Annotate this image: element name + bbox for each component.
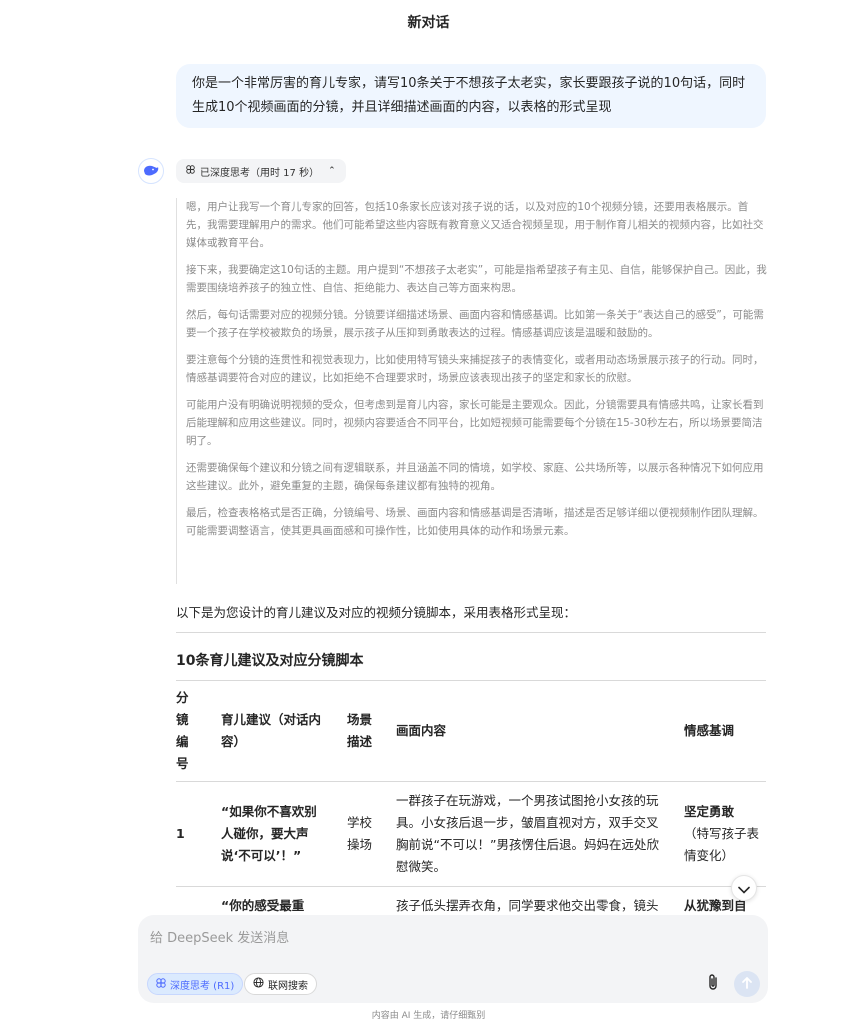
deepseek-logo-icon <box>138 158 164 184</box>
conversation-title: 新对话 <box>407 15 450 31</box>
thinking-paragraph: 接下来，我要确定这10句话的主题。用户提到“不想孩子太老实”，可能是指希望孩子有… <box>186 264 767 294</box>
header-advice-label: 育儿建议（对话内容） <box>221 712 322 749</box>
storyboard-table: 分镜编号 育儿建议（对话内容） 场景描述 画面内容 情感基调 1 “如果你不喜欢… <box>176 681 766 925</box>
ai-disclaimer: 内容由 AI 生成，请仔细甄别 <box>371 1011 486 1021</box>
thinking-paragraph: 嗯，用户让我写一个育儿专家的回答，包括10条家长应该对孩子说的话，以及对应的10… <box>186 201 764 249</box>
message-input[interactable]: 给 DeepSeek 发送消息 <box>150 927 289 946</box>
message-composer[interactable]: 给 DeepSeek 发送消息 深度思考 (R1) 联网搜索 <box>138 915 768 1003</box>
chat-page: 新对话 你是一个非常厉害的育儿专家，请写10条关于不想孩子太老实，家长要跟孩子说… <box>0 0 857 1024</box>
thinking-paragraph: 还需要确保每个建议和分镜之间有逻辑联系，并且涵盖不同的情境，如学校、家庭、公共场… <box>186 462 764 492</box>
cell-emotion-note: （特写孩子表情变化） <box>684 826 760 863</box>
divider <box>176 632 766 633</box>
deep-think-icon <box>186 165 195 177</box>
header-scene-label: 场景描述 <box>347 712 373 749</box>
web-search-label: 联网搜索 <box>268 980 308 992</box>
deep-think-label: 深度思考 (R1) <box>170 980 235 992</box>
header-num-label: 分镜编号 <box>176 690 189 771</box>
header-advice: 育儿建议（对话内容） <box>221 681 347 782</box>
cell-scene: 学校操场 <box>347 781 396 887</box>
chevron-down-icon <box>738 879 750 898</box>
thinking-paragraph: 然后，每句话需要对应的视频分镜。分镜要详细描述场景、画面内容和情感基调。比如第一… <box>186 309 764 339</box>
arrow-up-icon <box>741 975 753 994</box>
thinking-content: 嗯，用户让我写一个育儿专家的回答，包括10条家长应该对孩子说的话，以及对应的10… <box>176 198 768 584</box>
paperclip-icon <box>707 973 719 995</box>
cell-scene-text: 学校操场 <box>347 815 373 852</box>
cell-emotion-main: 坚定勇敢 <box>684 804 735 819</box>
chevron-up-icon: ⌃ <box>328 166 336 176</box>
globe-icon <box>253 977 264 991</box>
cell-advice-text: “如果你不喜欢别人碰你，要大声说‘不可以’！” <box>221 804 317 863</box>
thinking-paragraph: 要注意每个分镜的连贯性和视觉表现力，比如使用特写镜头来捕捉孩子的表情变化，或者用… <box>186 354 764 384</box>
scroll-to-bottom-button[interactable] <box>731 875 757 901</box>
table-row: 1 “如果你不喜欢别人碰你，要大声说‘不可以’！” 学校操场 一群孩子在玩游戏，… <box>176 781 766 887</box>
cell-advice: “如果你不喜欢别人碰你，要大声说‘不可以’！” <box>221 781 347 887</box>
deep-think-icon <box>156 977 166 991</box>
header-emotion: 情感基调 <box>684 723 735 738</box>
cell-emotion: 坚定勇敢 （特写孩子表情变化） <box>684 781 766 887</box>
attach-file-button[interactable] <box>702 973 724 995</box>
thinking-duration-label: 已深度思考（用时 17 秒） <box>200 167 320 179</box>
deep-think-r1-toggle[interactable]: 深度思考 (R1) <box>147 973 244 995</box>
header-num: 分镜编号 <box>176 681 221 782</box>
cell-content: 一群孩子在玩游戏，一个男孩试图抢小女孩的玩具。小女孩后退一步，皱眉直视对方，双手… <box>396 781 684 887</box>
user-message-bubble: 你是一个非常厉害的育儿专家，请写10条关于不想孩子太老实，家长要跟孩子说的10句… <box>176 64 766 128</box>
cell-advice-text: “你的感受最重 <box>221 898 305 913</box>
deep-thinking-toggle[interactable]: 已深度思考（用时 17 秒） ⌃ <box>176 159 346 183</box>
answer-intro: 以下是为您设计的育儿建议及对应的视频分镜脚本，采用表格形式呈现： <box>176 605 577 620</box>
cell-num: 1 <box>176 781 221 887</box>
header-content: 画面内容 <box>396 723 447 738</box>
table-title: 10条育儿建议及对应分镜脚本 <box>176 653 364 669</box>
header-scene: 场景描述 <box>347 681 396 782</box>
top-bar: 新对话 <box>0 0 857 44</box>
cell-content-text: 一群孩子在玩游戏，一个男孩试图抢小女孩的玩具。小女孩后退一步，皱眉直视对方，双手… <box>396 793 659 874</box>
table-header-row: 分镜编号 育儿建议（对话内容） 场景描述 画面内容 情感基调 <box>176 681 766 782</box>
cell-content-text: 孩子低头摆弄衣角，同学要求他交出零食，镜头 <box>396 898 659 913</box>
thinking-paragraph: 最后，检查表格格式是否正确，分镜编号、场景、画面内容和情感基调是否清晰，描述是否… <box>186 507 764 537</box>
send-button[interactable] <box>734 971 760 997</box>
web-search-toggle[interactable]: 联网搜索 <box>244 973 317 995</box>
thinking-paragraph: 可能用户没有明确说明视频的受众，但考虑到是育儿内容，家长可能是主要观众。因此，分… <box>186 399 764 447</box>
